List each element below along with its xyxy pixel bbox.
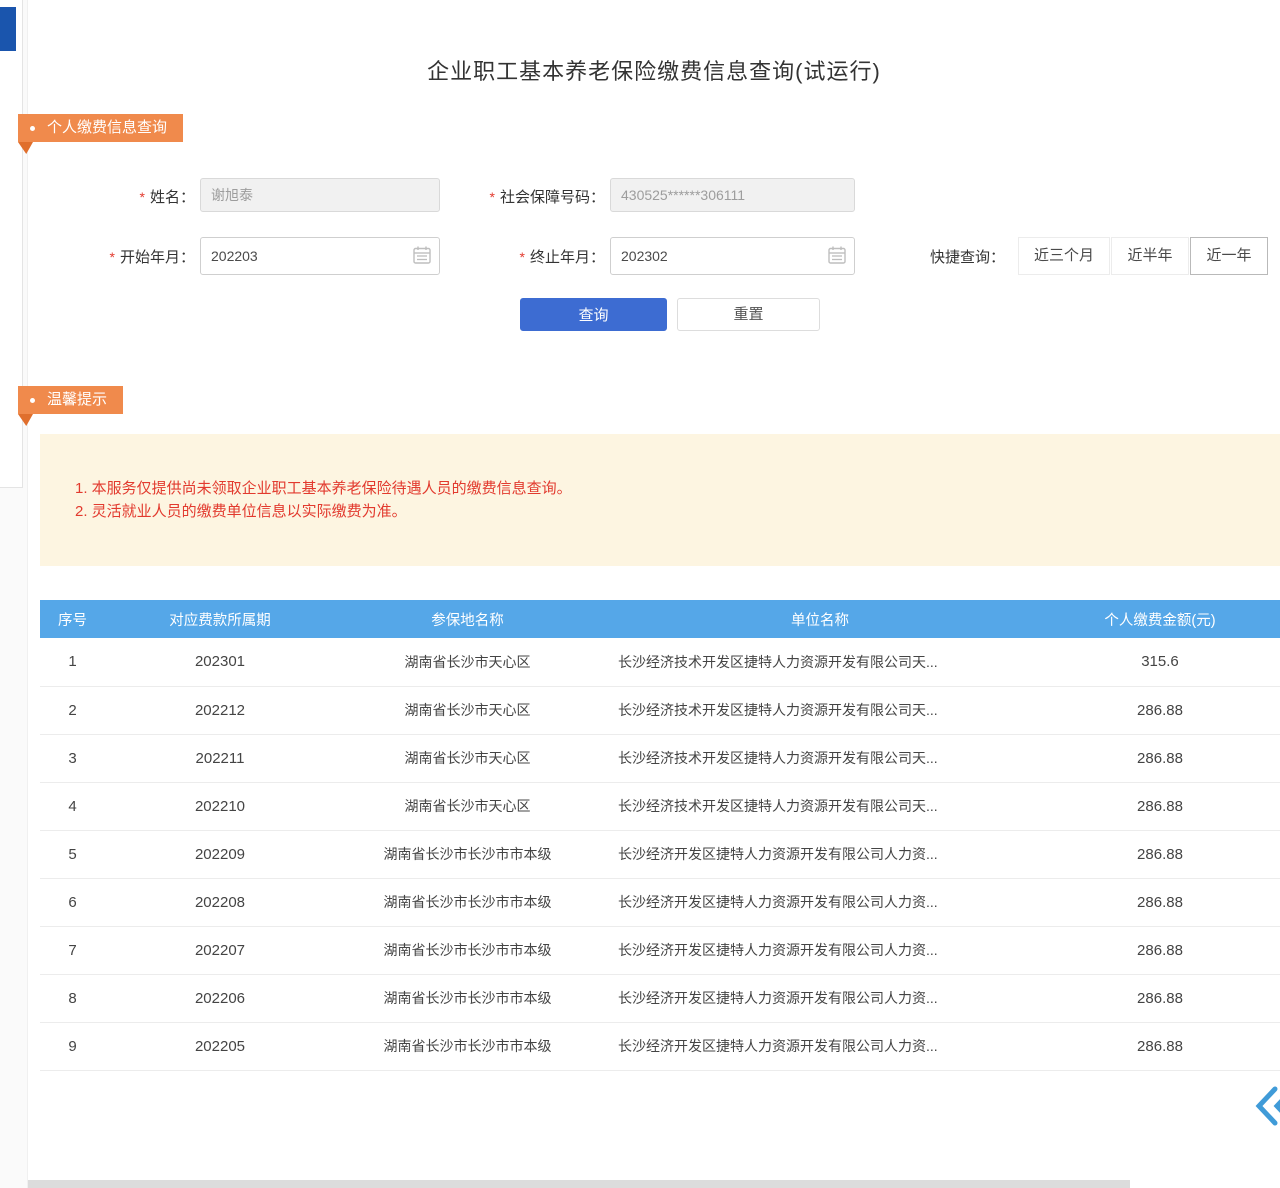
table-cell: 4 [40,782,105,830]
table-cell: 202301 [105,638,335,686]
double-chevron-left-icon[interactable] [1253,1082,1280,1130]
table-cell: 202212 [105,686,335,734]
ssn-input [610,178,855,212]
header-amount: 个人缴费金额(元) [1040,600,1280,638]
table-row: 9202205湖南省长沙市长沙市市本级长沙经济开发区捷特人力资源开发有限公司人力… [40,1022,1280,1070]
end-month-input[interactable] [610,237,855,275]
bullet-dot-icon [30,398,35,403]
header-insured-place: 参保地名称 [335,600,600,638]
table-cell: 202207 [105,926,335,974]
tips-line-2: 2. 灵活就业人员的缴费单位信息以实际缴费为准。 [75,500,1280,523]
table-row: 4202210湖南省长沙市天心区长沙经济技术开发区捷特人力资源开发有限公司天..… [40,782,1280,830]
table-cell: 8 [40,974,105,1022]
start-month-input[interactable] [200,237,440,275]
header-employer: 单位名称 [600,600,1040,638]
table-cell: 5 [40,830,105,878]
header-period: 对应费款所属期 [105,600,335,638]
table-cell: 286.88 [1040,734,1280,782]
quick-query-last-3-months-button[interactable]: 近三个月 [1018,237,1110,275]
table-cell: 长沙经济开发区捷特人力资源开发有限公司人力资... [600,830,1040,878]
section-badge-label: 温馨提示 [47,386,107,414]
table-cell: 长沙经济开发区捷特人力资源开发有限公司人力资... [600,974,1040,1022]
calendar-icon[interactable] [412,245,432,265]
payment-results-table: 序号 对应费款所属期 参保地名称 单位名称 个人缴费金额(元) 1202301湖… [40,600,1280,1071]
quick-query-last-half-year-button[interactable]: 近半年 [1111,237,1189,275]
bottom-strip [28,1180,1130,1188]
table-cell: 长沙经济技术开发区捷特人力资源开发有限公司天... [600,782,1040,830]
table-row: 6202208湖南省长沙市长沙市市本级长沙经济开发区捷特人力资源开发有限公司人力… [40,878,1280,926]
table-cell: 286.88 [1040,1022,1280,1070]
header-seq: 序号 [40,600,105,638]
table-cell: 202209 [105,830,335,878]
section-badge-label: 个人缴费信息查询 [47,114,167,142]
start-month-field[interactable] [200,237,440,275]
table-cell: 湖南省长沙市天心区 [335,782,600,830]
required-asterisk: * [520,249,525,265]
table-row: 5202209湖南省长沙市长沙市市本级长沙经济开发区捷特人力资源开发有限公司人力… [40,830,1280,878]
table-cell: 长沙经济技术开发区捷特人力资源开发有限公司天... [600,638,1040,686]
table-cell: 1 [40,638,105,686]
table-cell: 7 [40,926,105,974]
reset-button[interactable]: 重置 [677,298,820,331]
table-cell: 湖南省长沙市长沙市市本级 [335,974,600,1022]
bullet-dot-icon [30,126,35,131]
calendar-icon[interactable] [827,245,847,265]
table-cell: 202211 [105,734,335,782]
table-cell: 286.88 [1040,686,1280,734]
table-cell: 长沙经济开发区捷特人力资源开发有限公司人力资... [600,878,1040,926]
table-cell: 湖南省长沙市长沙市市本级 [335,926,600,974]
table-cell: 202206 [105,974,335,1022]
section-badge-tips: 温馨提示 [18,386,123,414]
table-row: 1202301湖南省长沙市天心区长沙经济技术开发区捷特人力资源开发有限公司天..… [40,638,1280,686]
table-cell: 湖南省长沙市长沙市市本级 [335,830,600,878]
page-title: 企业职工基本养老保险缴费信息查询(试运行) [28,54,1280,86]
end-month-field[interactable] [610,237,855,275]
start-month-label: *开始年月： [40,246,195,267]
tips-line-1: 1. 本服务仅提供尚未领取企业职工基本养老保险待遇人员的缴费信息查询。 [75,477,1280,500]
table-cell: 湖南省长沙市长沙市市本级 [335,1022,600,1070]
table-cell: 286.88 [1040,974,1280,1022]
table-cell: 286.88 [1040,926,1280,974]
table-header-row: 序号 对应费款所属期 参保地名称 单位名称 个人缴费金额(元) [40,600,1280,638]
table-cell: 286.88 [1040,830,1280,878]
table-cell: 长沙经济技术开发区捷特人力资源开发有限公司天... [600,686,1040,734]
table-cell: 315.6 [1040,638,1280,686]
table-cell: 湖南省长沙市天心区 [335,734,600,782]
table-cell: 202205 [105,1022,335,1070]
table-row: 2202212湖南省长沙市天心区长沙经济技术开发区捷特人力资源开发有限公司天..… [40,686,1280,734]
table-cell: 202208 [105,878,335,926]
table-cell: 3 [40,734,105,782]
table-cell: 湖南省长沙市天心区 [335,638,600,686]
required-asterisk: * [140,189,145,205]
table-cell: 长沙经济开发区捷特人力资源开发有限公司人力资... [600,926,1040,974]
table-cell: 长沙经济技术开发区捷特人力资源开发有限公司天... [600,734,1040,782]
name-input [200,178,440,212]
table-cell: 湖南省长沙市长沙市市本级 [335,878,600,926]
section-badge-personal-payment-query: 个人缴费信息查询 [18,114,183,142]
table-body: 1202301湖南省长沙市天心区长沙经济技术开发区捷特人力资源开发有限公司天..… [40,638,1280,1070]
table-header: 序号 对应费款所属期 参保地名称 单位名称 个人缴费金额(元) [40,600,1280,638]
required-asterisk: * [490,189,495,205]
table-cell: 长沙经济开发区捷特人力资源开发有限公司人力资... [600,1022,1040,1070]
table-cell: 2 [40,686,105,734]
query-button[interactable]: 查询 [520,298,667,331]
tips-notice-box: 1. 本服务仅提供尚未领取企业职工基本养老保险待遇人员的缴费信息查询。 2. 灵… [40,434,1280,566]
table-cell: 286.88 [1040,878,1280,926]
table-cell: 湖南省长沙市天心区 [335,686,600,734]
end-month-label: *终止年月： [430,246,605,267]
table-cell: 6 [40,878,105,926]
required-asterisk: * [110,249,115,265]
corner-accent-block [0,7,16,51]
table-row: 3202211湖南省长沙市天心区长沙经济技术开发区捷特人力资源开发有限公司天..… [40,734,1280,782]
table-cell: 202210 [105,782,335,830]
ssn-label: *社会保障号码： [430,186,605,207]
table-row: 7202207湖南省长沙市长沙市市本级长沙经济开发区捷特人力资源开发有限公司人力… [40,926,1280,974]
table-cell: 9 [40,1022,105,1070]
table-cell: 286.88 [1040,782,1280,830]
quick-query-last-year-button[interactable]: 近一年 [1190,237,1268,275]
quick-query-label: 快捷查询： [930,246,1005,267]
table-row: 8202206湖南省长沙市长沙市市本级长沙经济开发区捷特人力资源开发有限公司人力… [40,974,1280,1022]
name-label: *姓名： [40,186,195,207]
